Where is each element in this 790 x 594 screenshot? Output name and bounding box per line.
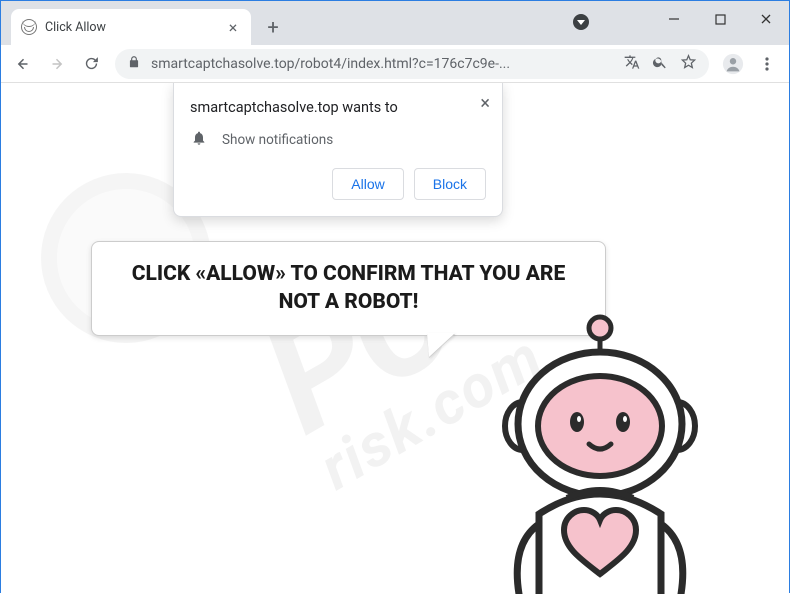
permission-item: Show notifications bbox=[190, 130, 486, 150]
close-window-button[interactable] bbox=[743, 1, 789, 37]
bell-icon bbox=[190, 130, 208, 150]
window-titlebar: Click Allow × + bbox=[1, 1, 789, 45]
star-icon[interactable] bbox=[680, 53, 697, 74]
new-tab-button[interactable]: + bbox=[259, 13, 287, 41]
bubble-tail-icon bbox=[427, 333, 455, 357]
reload-button[interactable] bbox=[77, 50, 105, 78]
tab-title: Click Allow bbox=[45, 20, 106, 35]
robot-illustration bbox=[469, 314, 729, 594]
page-content: PC risk.com × smartcaptchasolve.top want… bbox=[1, 83, 789, 594]
permission-title: smartcaptchasolve.top wants to bbox=[190, 99, 486, 116]
back-button[interactable] bbox=[9, 50, 37, 78]
captcha-headline: CLICK «ALLOW» TO CONFIRM THAT YOU ARE NO… bbox=[112, 260, 585, 317]
address-bar[interactable]: smartcaptchasolve.top/robot4/index.html?… bbox=[115, 49, 709, 79]
minimize-button[interactable] bbox=[651, 1, 697, 37]
close-tab-icon[interactable]: × bbox=[225, 18, 241, 37]
profile-icon[interactable] bbox=[719, 50, 747, 78]
window-controls bbox=[651, 1, 789, 37]
url-text: smartcaptchasolve.top/robot4/index.html?… bbox=[151, 56, 614, 72]
lock-icon[interactable] bbox=[127, 55, 141, 73]
forward-button[interactable] bbox=[43, 50, 71, 78]
allow-button[interactable]: Allow bbox=[332, 168, 403, 200]
translate-icon[interactable] bbox=[624, 54, 640, 74]
close-icon[interactable]: × bbox=[480, 93, 490, 114]
globe-icon bbox=[21, 19, 37, 35]
permission-item-label: Show notifications bbox=[222, 132, 333, 148]
maximize-button[interactable] bbox=[697, 1, 743, 37]
menu-icon[interactable] bbox=[753, 50, 781, 78]
zoom-icon[interactable] bbox=[652, 54, 668, 74]
notification-permission-dialog: × smartcaptchasolve.top wants to Show no… bbox=[173, 83, 503, 217]
browser-toolbar: smartcaptchasolve.top/robot4/index.html?… bbox=[1, 45, 789, 83]
media-indicator-icon[interactable] bbox=[573, 14, 589, 30]
block-button[interactable]: Block bbox=[414, 168, 486, 200]
browser-tab[interactable]: Click Allow × bbox=[11, 9, 251, 45]
